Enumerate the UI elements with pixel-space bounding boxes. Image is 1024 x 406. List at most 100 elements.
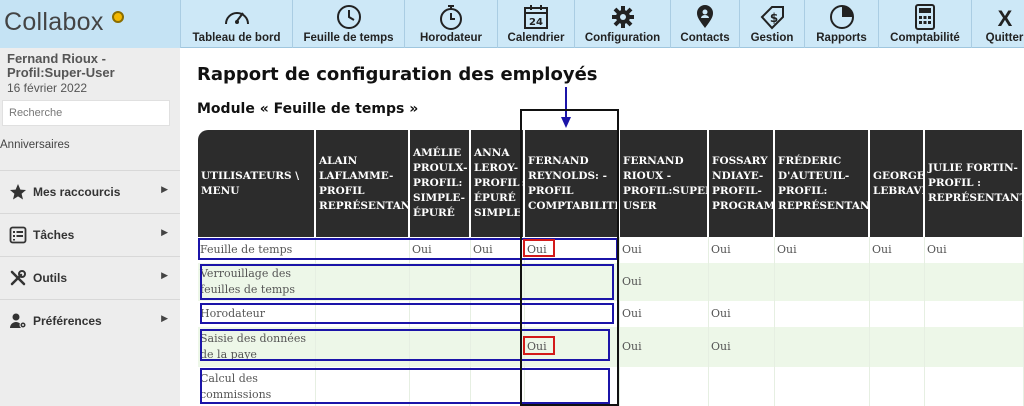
column-header-label: UTILISATEURS \ MENU: [201, 169, 300, 197]
nav-item-label: Horodateur: [420, 32, 482, 44]
nav-item-label: Feuille de temps: [303, 32, 394, 44]
table-cell: [316, 327, 410, 367]
table-cell: Oui: [525, 327, 620, 367]
column-header[interactable]: JULIE FORTIN-PROFIL : REPRÉSENTANTE: [925, 130, 1024, 237]
column-header-label: FERNAND REYNOLDS: -PROFIL COMPTABILITÉ: [528, 154, 620, 212]
table-cell: [410, 263, 471, 301]
nav-item-label: Contacts: [680, 32, 730, 44]
table-cell: Oui: [410, 237, 471, 263]
column-header[interactable]: FERNAND REYNOLDS: -PROFIL COMPTABILITÉ: [525, 130, 620, 237]
row-label-cell: Saisie des données de la paye: [198, 327, 316, 367]
chevron-right-icon: ▶: [161, 185, 168, 195]
table-cell: [709, 263, 775, 301]
table-cell: [925, 263, 1024, 301]
sidebar-item-label: Tâches: [33, 228, 75, 242]
table-cell: [925, 367, 1024, 406]
user-settings-icon: [9, 312, 27, 330]
table-cell: [316, 237, 410, 263]
anniversaires-link[interactable]: Anniversaires: [0, 139, 70, 151]
column-header[interactable]: ANNA LEROY-PROFIL: ÉPURÉ SIMPLE: [471, 130, 525, 237]
table-row: Feuille de temps Oui Oui Oui Oui Oui Oui Oui Oui: [198, 237, 1024, 263]
column-header[interactable]: FOSSARY NDIAYE-PROFIL-PROGRAM: [709, 130, 775, 237]
annotation-arrow-down-icon: [561, 87, 571, 128]
nav-item-label: Quitter: [985, 32, 1024, 44]
pie-chart-icon: [827, 3, 857, 31]
column-header[interactable]: FERNAND RIOUX - PROFIL:SUPER-USER: [620, 130, 709, 237]
table-cell: [471, 367, 525, 406]
row-label-cell: Verrouillage des feuilles de temps: [198, 263, 316, 301]
sidebar-item-label: Préférences: [33, 314, 102, 328]
column-header[interactable]: ALAIN LAFLAMME-PROFIL REPRÉSENTANT: [316, 130, 410, 237]
column-header-label: FOSSARY NDIAYE-PROFIL-PROGRAM: [712, 154, 775, 212]
nav-item-label: Configuration: [584, 32, 661, 44]
table-cell: Oui: [709, 237, 775, 263]
sidebar-item-outils[interactable]: Outils ▶: [0, 256, 180, 299]
table-cell: [525, 263, 620, 301]
svg-text:X: X: [997, 6, 1012, 31]
sidebar-item-mes-raccourcis[interactable]: Mes raccourcis ▶: [0, 170, 180, 213]
table-cell: [316, 301, 410, 327]
nav-item-comptabilité[interactable]: Comptabilité: [878, 0, 971, 48]
table-cell: Oui: [620, 263, 709, 301]
nav-item-quitter[interactable]: X Quitter: [971, 0, 1024, 48]
table-cell: [870, 367, 925, 406]
table-row: Calcul des commissions: [198, 367, 1024, 406]
nav-item-horodateur[interactable]: Horodateur: [404, 0, 497, 48]
nav-item-label: Tableau de bord: [192, 32, 281, 44]
column-header-label: GEORGE LEBRAVE: [873, 169, 925, 197]
column-header-label: ANNA LEROY-PROFIL: ÉPURÉ SIMPLE: [474, 147, 524, 219]
nav-item-feuille-de-temps[interactable]: Feuille de temps: [292, 0, 404, 48]
column-header[interactable]: AMÉLIE PROULX-PROFIL: SIMPLE-ÉPURÉ: [410, 130, 471, 237]
star-icon: [9, 183, 27, 201]
chevron-right-icon: ▶: [161, 228, 168, 238]
svg-text:24: 24: [529, 17, 543, 28]
column-header-label: FERNAND RIOUX - PROFIL:SUPER-USER: [623, 154, 709, 212]
table-cell: [709, 367, 775, 406]
table-cell: Oui: [775, 237, 870, 263]
page-subtitle: Module « Feuille de temps »: [197, 101, 419, 117]
table-cell: [410, 301, 471, 327]
table-cell: [775, 367, 870, 406]
table-cell: [870, 301, 925, 327]
row-label-cell: Horodateur: [198, 301, 316, 327]
sidebar: Fernand Rioux - Profil:Super-User 16 fév…: [0, 48, 180, 406]
column-header[interactable]: UTILISATEURS \ MENU: [198, 130, 316, 237]
table-cell: [410, 367, 471, 406]
stopwatch-icon: [436, 3, 466, 31]
main-nav: Tableau de bord Feuille de temps Horodateu…: [180, 0, 1024, 48]
nav-item-label: Gestion: [750, 32, 794, 44]
app-logo[interactable]: Collabox: [0, 0, 180, 48]
table-cell: [471, 301, 525, 327]
sidebar-menu: Mes raccourcis ▶ Tâches ▶ Outils ▶ Préférences…: [0, 170, 180, 342]
table-cell: [525, 367, 620, 406]
nav-item-contacts[interactable]: Contacts: [670, 0, 739, 48]
nav-item-rapports[interactable]: Rapports: [804, 0, 878, 48]
nav-item-configuration[interactable]: Configuration: [574, 0, 670, 48]
column-header-label: ALAIN LAFLAMME-PROFIL REPRÉSENTANT: [319, 154, 410, 212]
calendar-icon: 24: [521, 3, 551, 31]
svg-text:$: $: [770, 11, 778, 25]
sidebar-item-label: Mes raccourcis: [33, 185, 121, 199]
gear-icon: [608, 3, 638, 31]
sidebar-item-tâches[interactable]: Tâches ▶: [0, 213, 180, 256]
column-header[interactable]: FRÉDERIC D'AUTEUIL-PROFIL: REPRÉSENTANT: [775, 130, 870, 237]
map-pin-person-icon: [690, 3, 720, 31]
table-cell: Oui: [709, 327, 775, 367]
nav-item-gestion[interactable]: $ Gestion: [739, 0, 804, 48]
nav-item-calendrier[interactable]: 24 Calendrier: [497, 0, 574, 48]
table-row: Horodateur Oui Oui: [198, 301, 1024, 327]
current-date: 16 février 2022: [7, 81, 88, 95]
employee-config-table: UTILISATEURS \ MENU ALAIN LAFLAMME-PROFIL…: [198, 109, 1024, 406]
table-cell: Oui: [870, 237, 925, 263]
sidebar-item-préférences[interactable]: Préférences ▶: [0, 299, 180, 342]
chevron-right-icon: ▶: [161, 314, 168, 324]
table-cell: Oui: [525, 237, 620, 263]
exit-x-icon: X: [990, 3, 1020, 31]
table-cell: [316, 263, 410, 301]
nav-item-tableau-de-bord[interactable]: Tableau de bord: [180, 0, 292, 48]
clock-icon: [334, 3, 364, 31]
table-cell: [775, 301, 870, 327]
column-header[interactable]: GEORGE LEBRAVE: [870, 130, 925, 237]
table-cell: [316, 367, 410, 406]
search-input[interactable]: Recherche: [2, 100, 170, 126]
